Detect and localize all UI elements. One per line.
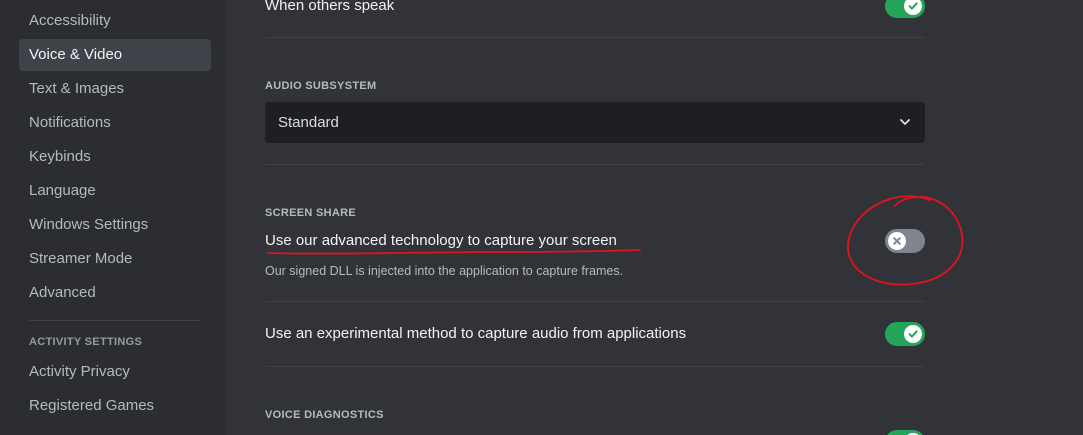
screen-share-toggle[interactable] xyxy=(885,229,925,253)
sidebar-item-text-images[interactable]: Text & Images xyxy=(19,73,211,105)
voice-diagnostics-header: VOICE DIAGNOSTICS xyxy=(265,409,384,421)
experimental-audio-label: Use an experimental method to capture au… xyxy=(265,325,687,342)
settings-content: When others speak AUDIO SUBSYSTEM Standa… xyxy=(225,0,1083,435)
audio-subsystem-value: Standard xyxy=(278,114,339,131)
sidebar-item-accessibility[interactable]: Accessibility xyxy=(19,5,211,37)
divider xyxy=(265,37,925,38)
when-others-speak-toggle[interactable] xyxy=(885,0,925,18)
toggle-knob xyxy=(888,232,906,250)
sidebar-item-streamer-mode[interactable]: Streamer Mode xyxy=(19,243,211,275)
screen-share-title: Use our advanced technology to capture y… xyxy=(265,232,617,249)
sidebar-item-language[interactable]: Language xyxy=(19,175,211,207)
sidebar-item-windows-settings[interactable]: Windows Settings xyxy=(19,209,211,241)
audio-subsystem-select[interactable]: Standard xyxy=(265,102,925,143)
check-icon xyxy=(908,330,918,338)
voice-diagnostics-toggle[interactable] xyxy=(885,430,925,435)
settings-window: Accessibility Voice & Video Text & Image… xyxy=(0,0,1083,435)
check-icon xyxy=(908,2,918,10)
sidebar-item-keybinds[interactable]: Keybinds xyxy=(19,141,211,173)
toggle-knob xyxy=(904,0,922,15)
sidebar-item-voice-video[interactable]: Voice & Video xyxy=(19,39,211,71)
divider xyxy=(265,301,925,302)
screen-share-description: Our signed DLL is injected into the appl… xyxy=(265,264,624,278)
sidebar-item-notifications[interactable]: Notifications xyxy=(19,107,211,139)
sidebar-item-advanced[interactable]: Advanced xyxy=(19,277,211,309)
sidebar-item-registered-games[interactable]: Registered Games xyxy=(19,390,211,422)
sidebar-divider xyxy=(29,320,201,321)
screen-share-header: SCREEN SHARE xyxy=(265,207,357,219)
audio-subsystem-header: AUDIO SUBSYSTEM xyxy=(265,80,377,92)
sidebar-item-activity-privacy[interactable]: Activity Privacy xyxy=(19,356,211,388)
divider xyxy=(265,164,925,165)
settings-sidebar: Accessibility Voice & Video Text & Image… xyxy=(0,0,225,435)
divider xyxy=(265,366,925,367)
when-others-speak-label: When others speak xyxy=(265,0,395,14)
sidebar-section-header: ACTIVITY SETTINGS xyxy=(29,336,143,348)
toggle-knob xyxy=(904,325,922,343)
chevron-down-icon xyxy=(900,119,910,125)
close-icon xyxy=(893,237,901,245)
experimental-audio-toggle[interactable] xyxy=(885,322,925,346)
